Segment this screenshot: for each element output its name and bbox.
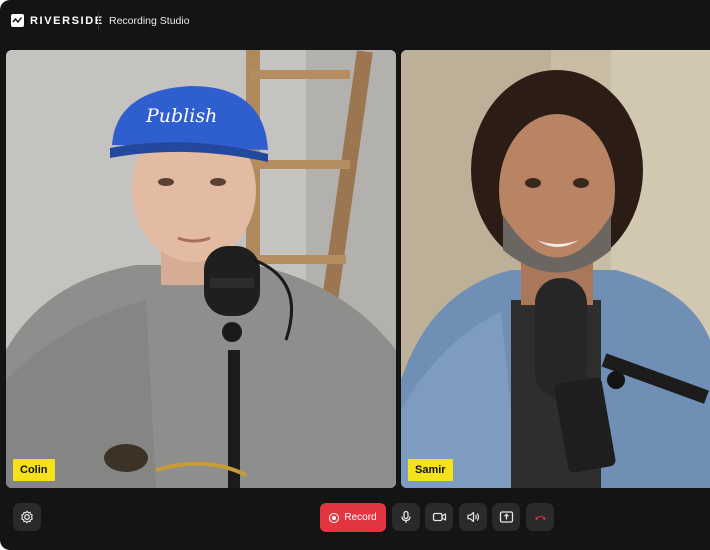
colin-video-feed: Publish bbox=[6, 50, 396, 488]
riverside-logo-icon bbox=[11, 14, 24, 27]
participant-name-tag: Colin bbox=[13, 459, 55, 481]
gear-icon bbox=[21, 510, 33, 524]
video-tile-colin[interactable]: Publish Colin bbox=[6, 50, 396, 488]
settings-button[interactable] bbox=[13, 503, 41, 531]
camera-button[interactable] bbox=[425, 503, 453, 531]
record-button[interactable]: Record bbox=[320, 503, 386, 532]
record-button-label: Record bbox=[344, 512, 377, 523]
microphone-icon bbox=[401, 510, 411, 523]
record-icon bbox=[329, 512, 340, 523]
share-screen-icon bbox=[499, 511, 513, 523]
samir-video-feed bbox=[401, 50, 710, 488]
end-call-button[interactable] bbox=[526, 503, 554, 531]
participant-name-tag: Samir bbox=[408, 459, 453, 481]
video-tile-samir[interactable]: Samir bbox=[401, 50, 710, 488]
share-screen-button[interactable] bbox=[492, 503, 520, 531]
end-call-icon bbox=[534, 516, 546, 520]
header-divider bbox=[98, 12, 99, 30]
page-title: Recording Studio bbox=[109, 15, 190, 27]
svg-text:Publish: Publish bbox=[145, 105, 217, 127]
speaker-icon bbox=[466, 511, 479, 523]
camera-icon bbox=[432, 512, 446, 522]
microphone-button[interactable] bbox=[392, 503, 420, 531]
recording-studio-window: RIVERSIDE Recording Studio Publish Colin… bbox=[0, 0, 710, 550]
top-bar: RIVERSIDE Recording Studio bbox=[0, 0, 710, 44]
speaker-button[interactable] bbox=[459, 503, 487, 531]
call-controls-toolbar: Record bbox=[0, 488, 710, 550]
brand-name: RIVERSIDE bbox=[30, 15, 104, 27]
